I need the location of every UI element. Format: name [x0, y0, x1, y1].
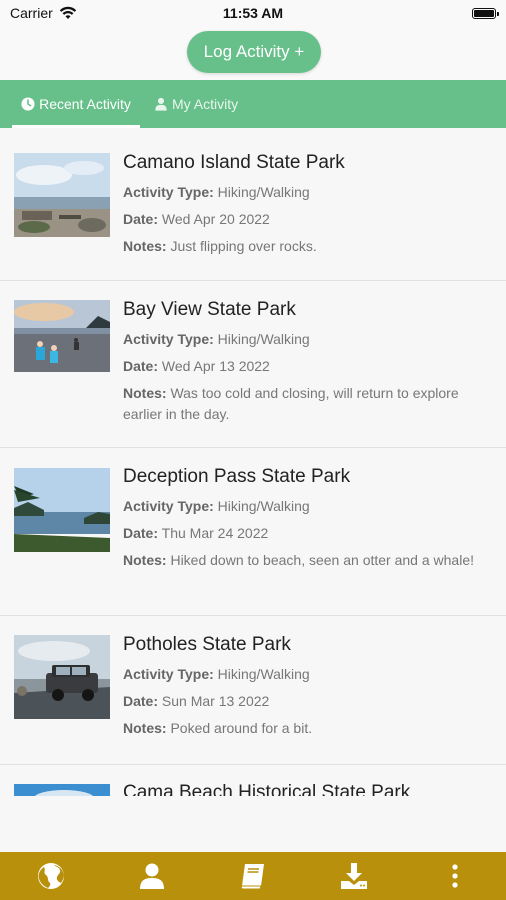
activity-park-name: Camano Island State Park — [123, 152, 345, 173]
activity-notes-value: Just flipping over rocks. — [170, 238, 317, 254]
tab-recent-activity[interactable]: Recent Activity — [12, 80, 140, 128]
activity-type-label: Activity Type: — [123, 331, 214, 347]
tab-bar: Recent Activity My Activity — [0, 80, 506, 128]
activity-notes-value: Hiked down to beach, seen an otter and a… — [170, 552, 474, 568]
activity-photo — [14, 468, 110, 552]
more-vertical-icon — [452, 864, 458, 888]
status-time: 11:53 AM — [222, 5, 284, 21]
activity-photo — [14, 784, 110, 796]
activity-item[interactable]: Deception Pass State Park Activity Type:… — [0, 448, 506, 616]
nav-profile-button[interactable] — [135, 859, 169, 893]
activity-park-name: Deception Pass State Park — [123, 466, 351, 487]
nav-guide-button[interactable] — [236, 859, 270, 893]
log-activity-area: Log Activity + — [0, 26, 506, 80]
bottom-nav — [0, 852, 506, 900]
activity-type-value: Hiking/Walking — [217, 498, 310, 514]
nav-download-button[interactable] — [337, 859, 371, 893]
tab-my-activity-label: My Activity — [172, 96, 239, 112]
activity-list: Camano Island State Park Activity Type: … — [0, 128, 506, 796]
user-icon — [139, 863, 164, 889]
activity-park-name: Potholes State Park — [123, 634, 291, 655]
activity-photo — [14, 635, 110, 719]
activity-type-value: Hiking/Walking — [217, 184, 310, 200]
activity-type-label: Activity Type: — [123, 666, 214, 682]
activity-date-value: Sun Mar 13 2022 — [161, 693, 270, 709]
activity-date-label: Date: — [123, 358, 159, 374]
activity-item[interactable]: Cama Beach Historical State Park — [0, 765, 506, 796]
tab-my-activity[interactable]: My Activity — [148, 80, 244, 128]
globe-icon — [37, 863, 64, 889]
activity-park-name: Cama Beach Historical State Park — [123, 782, 411, 796]
activity-type-label: Activity Type: — [123, 184, 214, 200]
nav-more-button[interactable] — [438, 859, 472, 893]
activity-date-label: Date: — [123, 693, 159, 709]
activity-date-value: Wed Apr 20 2022 — [161, 211, 270, 227]
nav-map-button[interactable] — [34, 859, 68, 893]
activity-notes-row: Notes: Poked around for a bit. — [123, 718, 483, 739]
download-icon — [341, 863, 368, 889]
activity-type-row: Activity Type: Hiking/Walking — [123, 664, 483, 685]
activity-type-label: Activity Type: — [123, 498, 214, 514]
activity-type-value: Hiking/Walking — [217, 666, 310, 682]
activity-item[interactable]: Potholes State Park Activity Type: Hikin… — [0, 616, 506, 765]
activity-notes-label: Notes: — [123, 385, 167, 401]
activity-date-value: Wed Apr 13 2022 — [161, 358, 270, 374]
activity-date-row: Date: Sun Mar 13 2022 — [123, 691, 483, 712]
log-activity-button[interactable]: Log Activity + — [187, 31, 321, 73]
activity-type-row: Activity Type: Hiking/Walking — [123, 329, 483, 350]
clock-icon — [21, 97, 35, 111]
tab-recent-activity-label: Recent Activity — [39, 96, 131, 112]
activity-item[interactable]: Camano Island State Park Activity Type: … — [0, 128, 506, 281]
activity-item[interactable]: Bay View State Park Activity Type: Hikin… — [0, 281, 506, 448]
activity-date-label: Date: — [123, 211, 159, 227]
battery-icon — [472, 7, 499, 19]
activity-date-row: Date: Thu Mar 24 2022 — [123, 523, 483, 544]
activity-date-label: Date: — [123, 525, 159, 541]
activity-notes-row: Notes: Was too cold and closing, will re… — [123, 383, 483, 425]
activity-notes-row: Notes: Hiked down to beach, seen an otte… — [123, 550, 483, 571]
activity-date-row: Date: Wed Apr 13 2022 — [123, 356, 483, 377]
activity-notes-value: Was too cold and closing, will return to… — [123, 385, 459, 422]
activity-date-row: Date: Wed Apr 20 2022 — [123, 209, 483, 230]
activity-date-value: Thu Mar 24 2022 — [161, 525, 269, 541]
activity-notes-label: Notes: — [123, 238, 167, 254]
activity-type-row: Activity Type: Hiking/Walking — [123, 182, 483, 203]
activity-photo — [14, 300, 110, 372]
book-icon — [240, 864, 264, 890]
activity-notes-row: Notes: Just flipping over rocks. — [123, 236, 483, 257]
activity-photo — [14, 153, 110, 237]
activity-notes-value: Poked around for a bit. — [170, 720, 313, 736]
user-icon — [155, 97, 167, 111]
activity-notes-label: Notes: — [123, 720, 167, 736]
activity-park-name: Bay View State Park — [123, 299, 296, 320]
activity-notes-label: Notes: — [123, 552, 167, 568]
activity-type-row: Activity Type: Hiking/Walking — [123, 496, 483, 517]
status-bar: Carrier 11:53 AM — [0, 0, 506, 26]
activity-type-value: Hiking/Walking — [217, 331, 310, 347]
